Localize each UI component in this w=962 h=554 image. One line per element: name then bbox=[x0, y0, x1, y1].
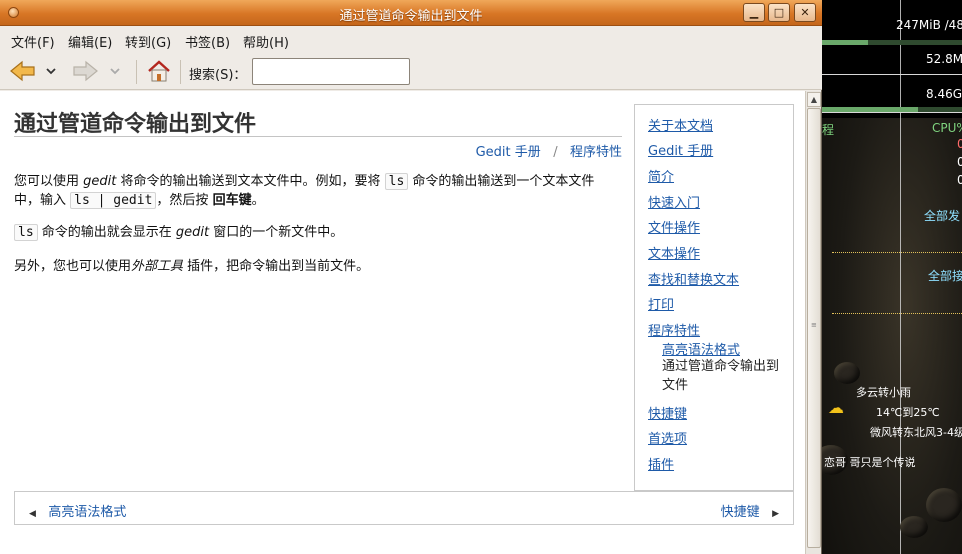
page-title: 通过管道命令输出到文件 bbox=[14, 112, 257, 137]
conky-cpu-label: CPU% bbox=[932, 121, 962, 135]
conky-cpu-value: 0 bbox=[957, 137, 962, 151]
breadcrumb-separator: / bbox=[553, 145, 558, 160]
title-divider bbox=[14, 136, 622, 137]
conky-memory: 247MiB /48 bbox=[896, 18, 962, 32]
home-icon[interactable] bbox=[147, 60, 171, 82]
conky-rule bbox=[822, 74, 962, 75]
sidebar-item-file-ops[interactable]: 文件操作 bbox=[648, 217, 700, 236]
conky-net-up-label: 全部发 bbox=[924, 209, 961, 223]
maximize-button[interactable]: □ bbox=[768, 3, 790, 22]
app-name: gedit bbox=[175, 225, 210, 240]
forward-history-dropdown-icon bbox=[108, 60, 122, 82]
sidebar-item-print[interactable]: 打印 bbox=[648, 294, 674, 313]
sidebar-item-find-replace[interactable]: 查找和替换文本 bbox=[648, 269, 739, 288]
weather-temperature: 14℃到25℃ bbox=[876, 406, 940, 419]
breadcrumb-link-manual[interactable]: Gedit 手册 bbox=[476, 145, 541, 160]
sidebar-item-preferences[interactable]: 首选项 bbox=[648, 428, 687, 447]
sidebar-item-about[interactable]: 关于本文档 bbox=[648, 115, 713, 134]
conky-quote: 恋哥 哥只是个传说 bbox=[824, 456, 916, 469]
paragraph-3: 另外，您也可以使用外部工具 插件，把命令输出到当前文件。 bbox=[14, 259, 370, 274]
toolbar-separator bbox=[180, 60, 181, 84]
weather-icon: ☁ bbox=[828, 398, 844, 417]
triangle-right-icon: ▶ bbox=[772, 509, 779, 519]
menu-edit[interactable]: 编辑(E) bbox=[68, 32, 112, 51]
conky-disk-1: 52.8M bbox=[926, 52, 962, 66]
next-page-link[interactable]: 快捷键 ▶ bbox=[721, 501, 779, 520]
conky-net-down-label: 全部接 bbox=[928, 269, 962, 283]
memory-bar-fill bbox=[822, 40, 868, 45]
conky-disk-2: 8.46Gi bbox=[926, 87, 962, 101]
weather-description: 多云转小雨 bbox=[856, 386, 911, 399]
window-title: 通过管道命令输出到文件 bbox=[339, 9, 483, 24]
vertical-scrollbar[interactable]: ▲ ≡ bbox=[805, 91, 821, 554]
inline-code: ls | gedit bbox=[70, 192, 157, 209]
desktop-background: 247MiB /48 52.8M 8.46Gi 程 CPU% 0 0 0 全部发… bbox=[822, 0, 962, 554]
menu-bookmarks[interactable]: 书签(B) bbox=[185, 32, 230, 51]
weather-wind: 微风转东北风3-4级 bbox=[870, 426, 962, 439]
conky-divider bbox=[900, 0, 901, 554]
breadcrumb-link-features[interactable]: 程序特性 bbox=[570, 145, 622, 160]
inline-code: ls bbox=[384, 173, 409, 190]
sidebar-item-features[interactable]: 程序特性 bbox=[648, 320, 700, 339]
scroll-up-icon[interactable]: ▲ bbox=[807, 92, 821, 107]
paragraph-1: 您可以使用 gedit 将命令的输出输送到文本文件中。例如，要将 ls 命令的输… bbox=[14, 173, 595, 209]
emphasis: 外部工具 bbox=[131, 259, 184, 274]
previous-page-link[interactable]: ◀ 高亮语法格式 bbox=[29, 501, 126, 520]
app-name: gedit bbox=[83, 174, 117, 189]
close-button[interactable]: ✕ bbox=[794, 3, 816, 22]
key-name: 回车键 bbox=[212, 193, 252, 208]
toolbar-separator bbox=[136, 60, 137, 84]
scrollbar-thumb[interactable]: ≡ bbox=[807, 108, 821, 548]
net-down-graph bbox=[832, 313, 962, 314]
sidebar-navigation: 关于本文档 Gedit 手册 简介 快速入门 文件操作 文本操作 查找和替换文本… bbox=[634, 104, 794, 491]
conky-rule bbox=[822, 112, 962, 113]
sidebar-item-quickstart[interactable]: 快速入门 bbox=[648, 192, 700, 211]
forward-arrow-icon bbox=[72, 60, 98, 82]
menu-help[interactable]: 帮助(H) bbox=[243, 32, 289, 51]
grip-icon: ≡ bbox=[811, 321, 817, 329]
sidebar-item-intro[interactable]: 简介 bbox=[648, 166, 674, 185]
toolbar: 搜索(S)： bbox=[0, 52, 822, 90]
back-history-dropdown-icon[interactable] bbox=[44, 60, 58, 82]
back-arrow-icon[interactable] bbox=[10, 60, 35, 82]
window-titlebar[interactable]: 通过管道命令输出到文件 ▁ □ ✕ bbox=[0, 0, 822, 26]
net-up-graph bbox=[832, 252, 962, 253]
menubar: 文件(F) 编辑(E) 转到(G) 书签(B) 帮助(H) bbox=[0, 26, 822, 52]
minimize-button[interactable]: ▁ bbox=[743, 3, 765, 22]
sidebar-item-manual[interactable]: Gedit 手册 bbox=[648, 140, 713, 159]
search-label: 搜索(S)： bbox=[189, 68, 247, 83]
sidebar-item-current: 通过管道命令输出到文件 bbox=[662, 359, 780, 393]
disk-bar-fill bbox=[822, 107, 918, 112]
sidebar-item-plugins[interactable]: 插件 bbox=[648, 454, 674, 473]
background-rock bbox=[834, 362, 860, 384]
page-navigation: ◀ 高亮语法格式 快捷键 ▶ bbox=[14, 491, 794, 525]
sidebar-item-shortcuts[interactable]: 快捷键 bbox=[648, 403, 687, 422]
paragraph-2: ls 命令的输出就会显示在 gedit 窗口的一个新文件中。 bbox=[14, 223, 614, 242]
search-input[interactable] bbox=[252, 58, 410, 85]
background-rock bbox=[926, 488, 962, 522]
breadcrumb: Gedit 手册 / 程序特性 bbox=[476, 141, 622, 160]
sidebar-item-syntax-highlight[interactable]: 高亮语法格式 bbox=[662, 339, 740, 358]
help-browser-window: 通过管道命令输出到文件 ▁ □ ✕ 文件(F) 编辑(E) 转到(G) 书签(B… bbox=[0, 0, 822, 554]
conky-process-label: 程 bbox=[822, 123, 835, 137]
menu-file[interactable]: 文件(F) bbox=[11, 32, 55, 51]
conky-cpu-value: 0 bbox=[957, 173, 962, 187]
background-rock bbox=[900, 516, 928, 538]
help-content-pane[interactable]: 通过管道命令输出到文件 Gedit 手册 / 程序特性 您可以使用 gedit … bbox=[0, 91, 805, 554]
menu-go[interactable]: 转到(G) bbox=[125, 32, 171, 51]
triangle-left-icon: ◀ bbox=[29, 509, 36, 519]
inline-code: ls bbox=[14, 224, 38, 241]
sidebar-item-text-ops[interactable]: 文本操作 bbox=[648, 243, 700, 262]
conky-cpu-value: 0 bbox=[957, 155, 962, 169]
